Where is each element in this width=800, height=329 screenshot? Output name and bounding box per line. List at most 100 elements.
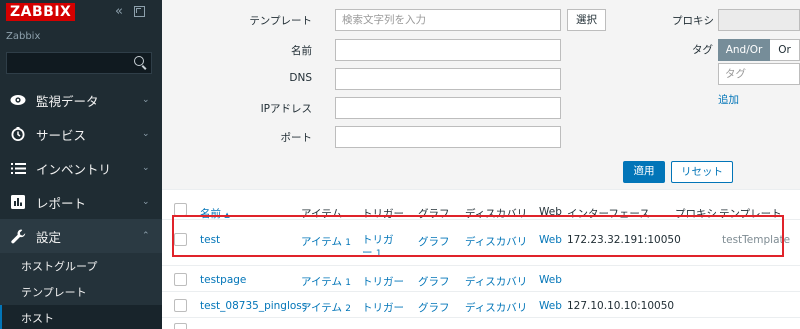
apply-button[interactable]: 適用 [623, 161, 665, 183]
items-label: アイテム [301, 302, 342, 314]
column-header-web: Web [539, 206, 562, 218]
triggers-link[interactable]: トリガー [362, 300, 404, 315]
web-link[interactable]: Web [539, 274, 562, 286]
template-label: テンプレート [249, 15, 312, 27]
select-template-button[interactable]: 選択 [567, 9, 606, 31]
sidebar-search-input[interactable] [6, 52, 152, 74]
ip-address-field[interactable] [335, 97, 561, 119]
chevron-down-icon: ⌄ [142, 95, 150, 105]
table-row [162, 318, 800, 329]
list-icon [0, 162, 36, 174]
host-filter-panel: テンプレート 検索文字列を入力 選択 名前 DNS IPアドレス ポート プロキ… [162, 0, 800, 190]
items-link[interactable]: アイテム 2 [301, 300, 351, 315]
web-link[interactable]: Web [539, 234, 562, 246]
report-icon [0, 195, 36, 209]
tag-andor-toggle[interactable]: And/Or [718, 39, 770, 61]
main-menu: 監視データ ⌄ サービス ⌄ インベントリ ⌄ レポート ⌄ 設定 ⌃ ホストグ… [0, 83, 162, 329]
name-field[interactable] [335, 39, 561, 61]
discovery-link[interactable]: ディスカバリ [465, 274, 527, 289]
menu-label: サービス [36, 127, 87, 143]
menu-label: レポート [36, 195, 87, 211]
kiosk-mode-icon[interactable] [134, 6, 145, 17]
select-all-checkbox[interactable] [174, 203, 187, 216]
items-label: アイテム [301, 236, 342, 248]
ip-address-label: IPアドレス [260, 103, 312, 115]
host-name-link[interactable]: test [200, 234, 220, 246]
add-tag-link[interactable]: 追加 [718, 92, 739, 107]
reset-button[interactable]: リセット [671, 161, 733, 183]
name-label: 名前 [291, 45, 312, 57]
menu-label: 監視データ [36, 93, 99, 109]
collapse-sidebar-icon[interactable]: « [115, 5, 123, 18]
proxy-field[interactable] [718, 9, 800, 31]
column-header-graphs: グラフ [418, 208, 450, 220]
chevron-down-icon: ⌄ [142, 197, 150, 207]
graphs-link[interactable]: グラフ [418, 274, 450, 289]
row-checkbox[interactable] [174, 233, 187, 246]
graphs-link[interactable]: グラフ [418, 234, 450, 249]
wrench-icon [0, 229, 36, 244]
row-checkbox[interactable] [174, 323, 187, 329]
triggers-label: トリガ [362, 234, 394, 246]
tag-label: タグ [692, 44, 713, 56]
menu-item-monitoring[interactable]: 監視データ ⌄ [0, 83, 162, 117]
triggers-link[interactable]: トリガー [362, 274, 404, 289]
template-link[interactable]: testTemplate [722, 234, 790, 246]
discovery-link[interactable]: ディスカバリ [465, 300, 527, 315]
server-name: Zabbix [6, 31, 41, 42]
column-header-name[interactable]: 名前 ▲ [200, 206, 230, 221]
web-link[interactable]: Web [539, 300, 562, 312]
graphs-link[interactable]: グラフ [418, 300, 450, 315]
chevron-up-icon: ⌃ [142, 231, 150, 241]
interface-value: 127.10.10.10:10050 [567, 300, 675, 312]
triggers-link[interactable]: トリガー 1 [362, 234, 394, 261]
clock-icon [0, 127, 36, 141]
eye-icon [0, 94, 36, 106]
menu-label: インベントリ [36, 161, 112, 177]
proxy-label: プロキシ [672, 15, 714, 27]
sidebar: ZABBIX « Zabbix 監視データ ⌄ サービス ⌄ インベントリ ⌄ [0, 0, 162, 329]
submenu-item-hosts[interactable]: ホスト [0, 305, 162, 329]
items-link[interactable]: アイテム 1 [301, 234, 351, 249]
search-icon[interactable] [134, 56, 144, 66]
row-checkbox[interactable] [174, 273, 187, 286]
items-count: 1 [345, 278, 352, 288]
sort-asc-icon: ▲ [224, 211, 230, 219]
column-header-interface: インターフェース [567, 208, 650, 220]
menu-item-services[interactable]: サービス ⌄ [0, 117, 162, 151]
dns-label: DNS [289, 72, 312, 84]
zabbix-logo[interactable]: ZABBIX [6, 3, 76, 21]
column-header-templates: テンプレート [719, 208, 782, 220]
host-name-link[interactable]: test_08735_pingloss [200, 300, 307, 312]
template-search-input[interactable]: 検索文字列を入力 [335, 9, 561, 31]
port-label: ポート [280, 132, 313, 144]
chevron-down-icon: ⌄ [142, 129, 150, 139]
column-name-label: 名前 [200, 208, 221, 220]
triggers-count: 1 [375, 249, 382, 259]
menu-item-configuration[interactable]: 設定 ⌃ [0, 219, 162, 253]
chevron-down-icon: ⌄ [142, 163, 150, 173]
submenu-item-host-groups[interactable]: ホストグループ [0, 253, 162, 279]
row-checkbox[interactable] [174, 299, 187, 312]
port-field[interactable] [335, 126, 561, 148]
column-header-items: アイテム [301, 208, 342, 220]
tag-input[interactable]: タグ [718, 63, 800, 85]
triggers-label-wrap: ー [362, 247, 373, 259]
main-content: テンプレート 検索文字列を入力 選択 名前 DNS IPアドレス ポート プロキ… [162, 0, 800, 329]
discovery-link[interactable]: ディスカバリ [465, 234, 527, 249]
items-link[interactable]: アイテム 1 [301, 274, 351, 289]
interface-value: 172.23.32.191:10050 [567, 234, 681, 246]
menu-item-reports[interactable]: レポート ⌄ [0, 185, 162, 219]
column-header-proxy: プロキシ [675, 208, 717, 220]
host-name-link[interactable]: testpage [200, 274, 246, 286]
menu-label: 設定 [36, 229, 62, 245]
dns-field[interactable] [335, 68, 561, 90]
tag-or-toggle[interactable]: Or [770, 39, 800, 61]
submenu-item-templates[interactable]: テンプレート [0, 279, 162, 305]
configuration-submenu: ホストグループ テンプレート ホスト [0, 253, 162, 329]
column-header-discovery: ディスカバリ [465, 208, 528, 220]
menu-item-inventory[interactable]: インベントリ ⌄ [0, 151, 162, 185]
items-count: 1 [345, 238, 352, 248]
column-header-triggers: トリガー [362, 208, 404, 220]
items-label: アイテム [301, 276, 342, 288]
